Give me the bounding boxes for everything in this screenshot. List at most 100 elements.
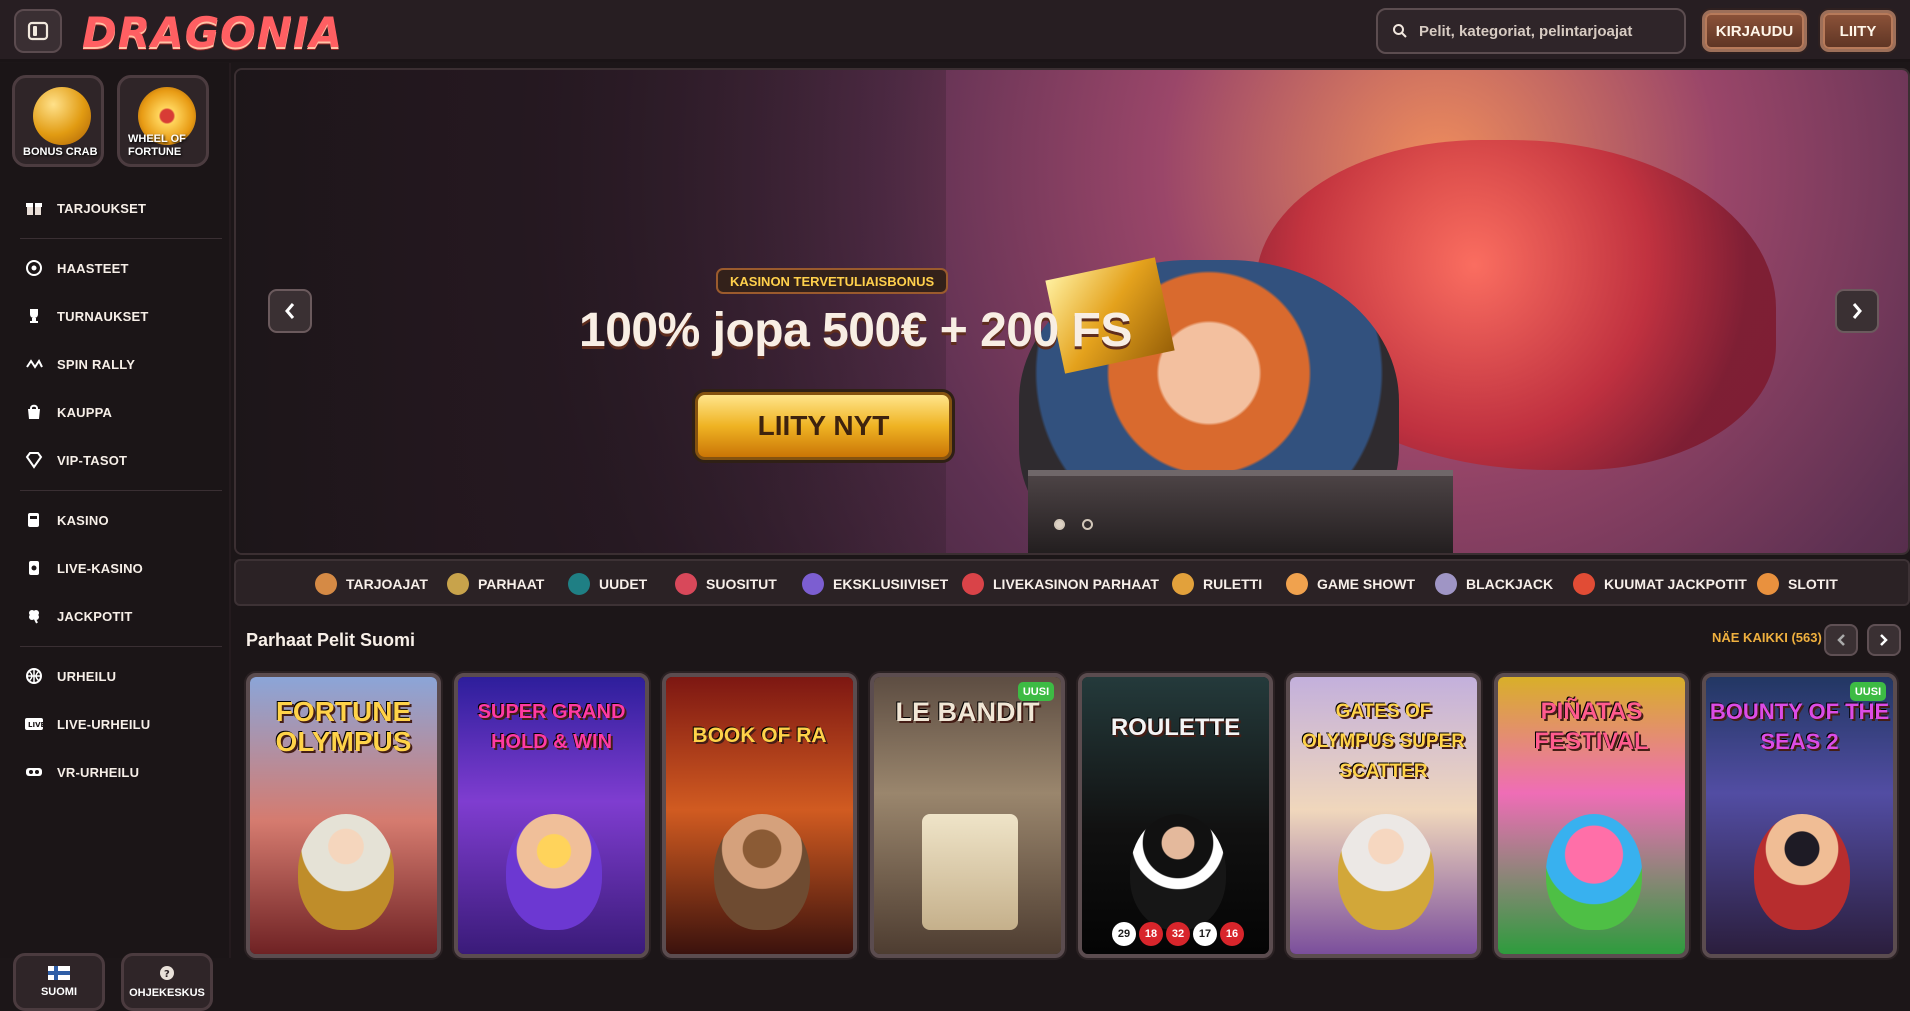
sidebar-toggle-button[interactable] [14, 9, 62, 53]
wheel-of-fortune-tile[interactable]: WHEEL OF FORTUNE [117, 75, 209, 167]
star-icon [447, 573, 469, 595]
category-blackjack[interactable]: BLACKJACK [1435, 573, 1553, 595]
panel-icon [27, 21, 49, 41]
category-game-showt[interactable]: GAME SHOWT [1286, 573, 1415, 595]
zeus-character [1338, 814, 1434, 930]
promotion-banner[interactable]: KASINON TERVETULIAISBONUS 100% jopa 500€… [234, 68, 1910, 555]
banner-indicator-active[interactable] [1054, 519, 1065, 530]
rally-icon [24, 354, 44, 374]
game-show-icon [1286, 573, 1308, 595]
login-button[interactable]: KIRJAUDU [1702, 10, 1807, 52]
chevron-left-icon [1837, 634, 1845, 646]
game-card-row: FORTUNE OLYMPUS SUPER GRAND HOLD & WIN B… [246, 670, 1910, 958]
game-card[interactable]: PIÑATAS FESTIVAL [1494, 673, 1689, 958]
roulette-dealer [1130, 814, 1226, 930]
sidebar-divider [20, 238, 222, 239]
vr-headset-icon [24, 762, 44, 782]
trophy-icon [24, 306, 44, 326]
promotion-headline: 100% jopa 500€ + 200 FS [579, 304, 1132, 357]
gem-icon [802, 573, 824, 595]
bonus-crab-tile[interactable]: BONUS CRAB [12, 75, 104, 167]
roulette-number: 18 [1139, 922, 1163, 946]
search-icon [1393, 24, 1407, 38]
game-card[interactable]: UUSI BOUNTY OF THE SEAS 2 [1702, 673, 1897, 958]
see-all-link[interactable]: NÄE KAIKKI (563) [1712, 630, 1822, 645]
section-title: Parhaat Pelit Suomi [246, 630, 416, 650]
live-badge-icon: LIVE [24, 714, 44, 734]
mascot-character [506, 814, 602, 930]
help-icon: ? [160, 966, 174, 980]
target-icon [24, 258, 44, 278]
sidebar-item-tarjoukset[interactable]: TARJOUKSET [24, 193, 209, 223]
games-next-button[interactable] [1867, 624, 1901, 656]
roulette-icon [1172, 573, 1194, 595]
sidebar-item-jackpotit[interactable]: JACKPOTIT [24, 601, 209, 631]
sidebar-item-urheilu[interactable]: URHEILU [24, 661, 209, 691]
category-tarjoajat[interactable]: TARJOAJAT [315, 573, 428, 595]
category-ruletti[interactable]: RULETTI [1172, 573, 1262, 595]
rocket-icon [675, 573, 697, 595]
live-card-icon [24, 558, 44, 578]
sidebar-item-kauppa[interactable]: KAUPPA [24, 397, 209, 427]
slot-icon [1757, 573, 1779, 595]
sidebar-item-kasino[interactable]: KASINO [24, 505, 209, 535]
category-suositut[interactable]: SUOSITUT [675, 573, 777, 595]
game-card[interactable]: FORTUNE OLYMPUS [246, 673, 441, 958]
svg-text:LIVE: LIVE [28, 721, 44, 729]
sidebar-item-live-urheilu[interactable]: LIVE LIVE-URHEILU [24, 709, 209, 739]
search-input[interactable] [1419, 22, 1679, 40]
roulette-number: 17 [1193, 922, 1217, 946]
mine-cart-illustration [1028, 470, 1453, 553]
game-card[interactable]: GATES OF OLYMPUS SUPER SCATTER [1286, 673, 1481, 958]
gift-icon [24, 198, 44, 218]
category-kuumat-jackpotit[interactable]: KUUMAT JACKPOTIT [1573, 573, 1747, 595]
egg-icon [568, 573, 590, 595]
category-uudet[interactable]: UUDET [568, 573, 647, 595]
basketball-icon [24, 666, 44, 686]
bonus-crab-label: BONUS CRAB [23, 146, 98, 158]
sidebar-item-haasteet[interactable]: HAASTEET [24, 253, 209, 283]
game-card[interactable]: SUPER GRAND HOLD & WIN [454, 673, 649, 958]
chevron-left-icon [285, 303, 295, 319]
roulette-number: 32 [1166, 922, 1190, 946]
join-button[interactable]: LIITY [1820, 10, 1896, 52]
top-navigation: DRAGONIA KIRJAUDU LIITY [0, 0, 1910, 62]
diamond-icon [24, 450, 44, 470]
clover-icon [24, 606, 44, 626]
help-center-button[interactable]: ? OHJEKESKUS [121, 953, 213, 1011]
wild-poster-illustration [922, 814, 1018, 930]
explorer-character [714, 814, 810, 930]
search-bar[interactable] [1376, 8, 1686, 54]
hot-jackpot-icon [1573, 573, 1595, 595]
roulette-number: 29 [1112, 922, 1136, 946]
category-eksklusiiviset[interactable]: EKSKLUSIIVISET [802, 573, 948, 595]
zeus-character [298, 814, 394, 930]
category-parhaat[interactable]: PARHAAT [447, 573, 544, 595]
language-button[interactable]: SUOMI [13, 953, 105, 1011]
games-previous-button[interactable] [1824, 624, 1858, 656]
chevron-right-icon [1880, 634, 1888, 646]
sidebar-item-vr-urheilu[interactable]: VR-URHEILU [24, 757, 209, 787]
game-card[interactable]: BOOK OF RA [662, 673, 857, 958]
category-slotit[interactable]: SLOTIT [1757, 573, 1838, 595]
chevron-right-icon [1852, 303, 1862, 319]
sidebar-item-live-kasino[interactable]: LIVE-KASINO [24, 553, 209, 583]
pirate-character [1754, 814, 1850, 930]
sidebar-item-turnaukset[interactable]: TURNAUKSET [24, 301, 209, 331]
banner-previous-button[interactable] [268, 289, 312, 333]
roulette-number: 16 [1220, 922, 1244, 946]
crab-orb-icon [33, 87, 91, 145]
wheel-of-fortune-label: WHEEL OF FORTUNE [128, 133, 186, 158]
category-livekasinon-parhaat[interactable]: LIVEKASINON PARHAAT [962, 573, 1159, 595]
sidebar-item-spin-rally[interactable]: SPIN RALLY [24, 349, 209, 379]
join-now-button[interactable]: LIITY NYT [695, 392, 952, 460]
roulette-results: 29 18 32 17 16 [1112, 922, 1244, 946]
game-card[interactable]: UUSI LE BANDIT [870, 673, 1065, 958]
game-card[interactable]: ROULETTE 29 18 32 17 16 [1078, 673, 1273, 958]
finland-flag-icon [48, 966, 70, 980]
banner-indicator[interactable] [1082, 519, 1093, 530]
sidebar-item-vip-tasot[interactable]: VIP-TASOT [24, 445, 209, 475]
banner-next-button[interactable] [1835, 289, 1879, 333]
dragonia-logo[interactable]: DRAGONIA [82, 8, 343, 57]
pinata-character [1546, 814, 1642, 930]
